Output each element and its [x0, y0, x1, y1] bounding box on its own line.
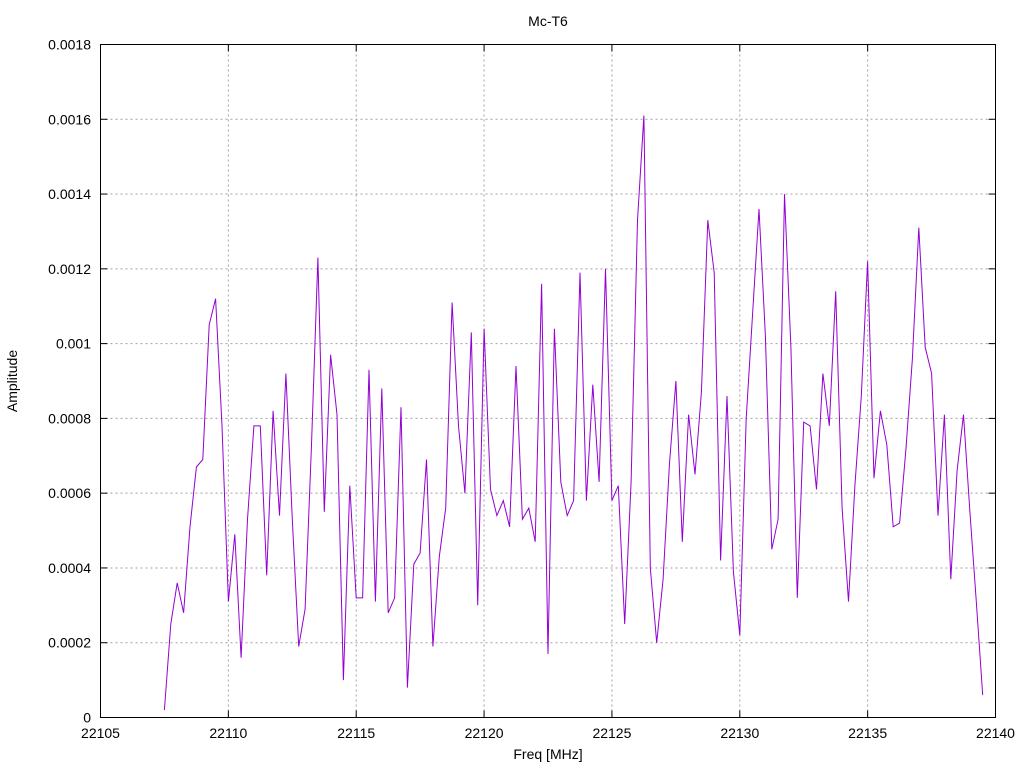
chart: 22105 22110 22115 22120 22125 22130 22135 22140…	[4, 13, 1015, 762]
y-tick-label: 0.0002	[48, 635, 91, 651]
series-layer	[163, 115, 984, 711]
plot-frame	[100, 44, 996, 718]
x-tick-label: 22120	[465, 725, 504, 741]
y-axis-tick-labels: 0 0.0002 0.0004 0.0006 0.0008 0.001 0.0012 0.00…	[48, 37, 91, 726]
y-tick-label: 0.0004	[48, 560, 91, 576]
x-axis-label: Freq [MHz]	[513, 746, 582, 762]
y-tick-label: 0.0016	[48, 111, 91, 127]
tick-layer	[100, 44, 996, 718]
y-tick-label: 0.0014	[48, 186, 91, 202]
y-tick-label: 0.0008	[48, 410, 91, 426]
y-tick-label: 0	[83, 710, 91, 726]
x-tick-label: 22115	[337, 725, 375, 741]
y-tick-label: 0.0006	[48, 485, 91, 501]
x-tick-label: 22125	[592, 725, 631, 741]
x-axis-tick-labels: 22105 22110 22115 22120 22125 22130 22135 22140	[81, 725, 1015, 741]
grid-layer	[100, 44, 996, 718]
y-axis-label: Amplitude	[4, 350, 20, 412]
series-line	[163, 115, 984, 711]
chart-title: Mc-T6	[528, 13, 568, 29]
y-tick-label: 0.0012	[48, 261, 91, 277]
x-tick-label: 22130	[720, 725, 759, 741]
x-tick-label: 22135	[848, 725, 887, 741]
y-tick-label: 0.0018	[48, 37, 91, 53]
x-tick-label: 22105	[81, 725, 120, 741]
x-tick-label: 22110	[209, 725, 247, 741]
x-tick-label: 22140	[976, 725, 1015, 741]
y-tick-label: 0.001	[56, 336, 91, 352]
